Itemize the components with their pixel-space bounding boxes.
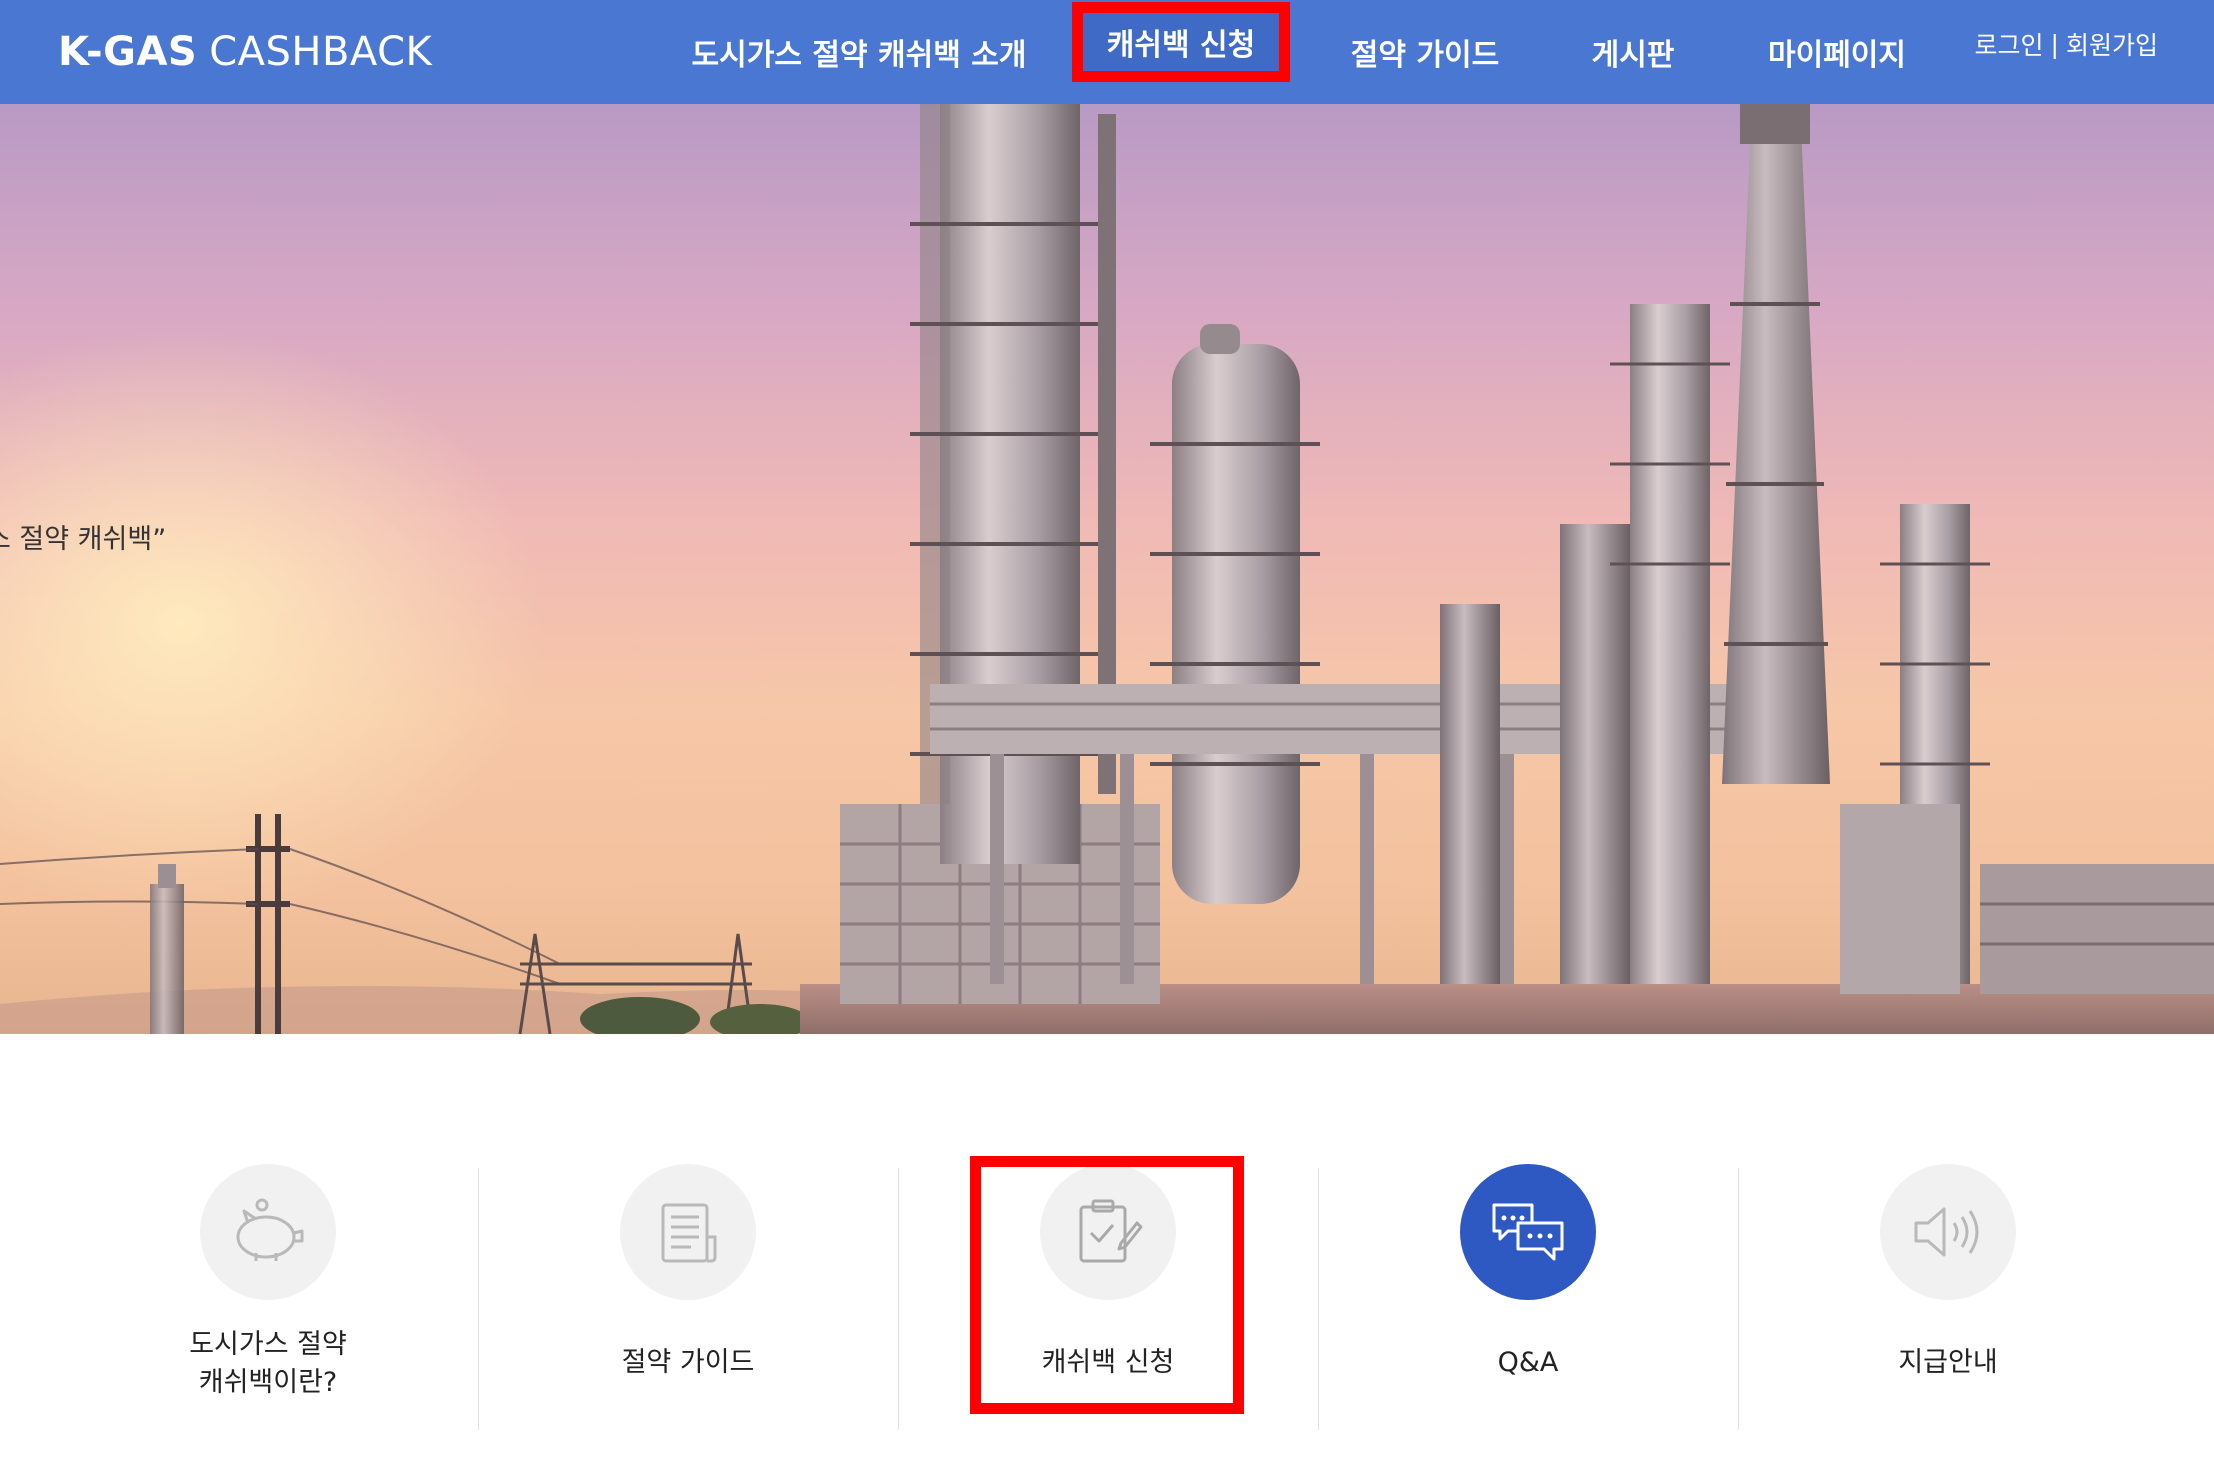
quick-item-label: Q&A xyxy=(1497,1347,1559,1378)
hero-caption: 스 절약 캐쉬백” xyxy=(0,524,167,555)
quick-item-payment-info[interactable]: 지급안내 xyxy=(1738,1164,2158,1424)
speaker-icon xyxy=(1914,1207,1979,1257)
signup-link[interactable]: 회원가입 xyxy=(2066,26,2158,62)
nav-item-cashback-apply[interactable]: 캐쉬백 신청 xyxy=(1072,2,1290,82)
nav-item-label: 도시가스 절약 캐쉬백 소개 xyxy=(691,38,1027,73)
logo-light-text: CASHBACK xyxy=(209,29,433,75)
quick-icon-circle[interactable] xyxy=(1040,1164,1176,1300)
quick-icon-circle[interactable] xyxy=(620,1164,756,1300)
quick-icon-circle[interactable] xyxy=(200,1164,336,1300)
quick-icon-circle[interactable] xyxy=(1460,1164,1596,1300)
logo-bold-text: K-GAS xyxy=(58,29,198,75)
site-header: K-GAS CASHBACK 도시가스 절약 캐쉬백 소개 캐쉬백 신청 절약 … xyxy=(0,0,2214,104)
refinery-illustration xyxy=(0,104,2214,1034)
quick-item-label: 캐쉬백 신청 xyxy=(1041,1347,1175,1378)
auth-links: 로그인 | 회원가입 xyxy=(1975,0,2158,88)
site-logo[interactable]: K-GAS CASHBACK xyxy=(58,22,432,82)
nav-item-label: 캐쉬백 신청 xyxy=(1106,28,1256,63)
clipboard-check-icon xyxy=(1079,1199,1143,1263)
hero-banner: 스 절약 캐쉬백” xyxy=(0,104,2214,1034)
quick-item-label: 지급안내 xyxy=(1898,1347,1998,1378)
piggy-bank-icon xyxy=(236,1198,304,1261)
quick-menu: 도시가스 절약 캐쉬백이란? 절약 가이드 캐쉬백 신청 Q&A 지급안내 xyxy=(0,1034,2214,1467)
login-link[interactable]: 로그인 xyxy=(1975,26,2044,62)
chat-bubbles-icon xyxy=(1492,1203,1564,1261)
nav-item-label: 절약 가이드 xyxy=(1350,38,1500,73)
quick-icon-circle[interactable] xyxy=(1880,1164,2016,1300)
nav-item-mypage[interactable]: 마이페이지 xyxy=(1752,0,1922,104)
quick-item-label: 절약 가이드 xyxy=(621,1347,755,1378)
quick-item-label: 도시가스 절약 캐쉬백이란? xyxy=(189,1329,347,1398)
quick-item-about[interactable]: 도시가스 절약 캐쉬백이란? xyxy=(58,1164,478,1424)
nav-item-label: 마이페이지 xyxy=(1768,38,1906,73)
nav-item-intro[interactable]: 도시가스 절약 캐쉬백 소개 xyxy=(691,0,1027,104)
nav-item-board[interactable]: 게시판 xyxy=(1568,0,1698,104)
nav-item-label: 게시판 xyxy=(1591,38,1675,73)
quick-item-guide[interactable]: 절약 가이드 xyxy=(478,1164,898,1424)
quick-item-cashback-apply[interactable]: 캐쉬백 신청 xyxy=(898,1164,1318,1424)
nav-item-saving-guide[interactable]: 절약 가이드 xyxy=(1330,0,1520,104)
document-icon xyxy=(661,1203,717,1263)
auth-separator: | xyxy=(2050,29,2059,59)
quick-item-qna[interactable]: Q&A xyxy=(1318,1164,1738,1424)
